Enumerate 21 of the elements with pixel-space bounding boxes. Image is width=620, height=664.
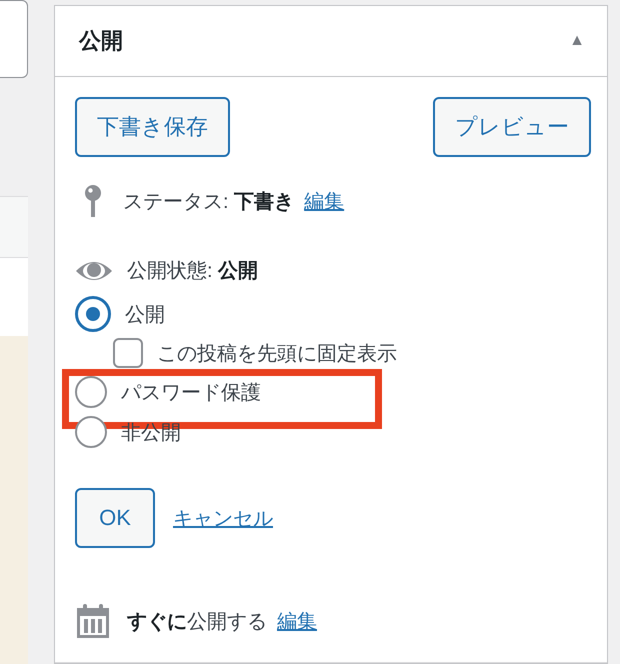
status-label: ステータス: 下書き bbox=[123, 190, 294, 214]
radio-button[interactable] bbox=[75, 416, 107, 448]
editor-band bbox=[0, 196, 28, 258]
cancel-link[interactable]: キャンセル bbox=[173, 504, 273, 532]
visibility-label: 公開状態: 公開 bbox=[127, 259, 258, 284]
calendar-icon bbox=[77, 604, 109, 638]
preview-button[interactable]: プレビュー bbox=[433, 97, 591, 157]
radio-button[interactable] bbox=[75, 296, 111, 332]
edit-schedule-link[interactable]: 編集 bbox=[277, 608, 317, 634]
edit-status-link[interactable]: 編集 bbox=[304, 188, 344, 214]
option-label: パスワード保護 bbox=[121, 380, 261, 406]
option-label: この投稿を先頭に固定表示 bbox=[157, 342, 397, 366]
pin-icon bbox=[83, 185, 103, 217]
ok-button[interactable]: OK bbox=[75, 488, 155, 548]
panel-title: 公開 bbox=[79, 27, 123, 55]
schedule-label: すぐに公開する bbox=[127, 610, 267, 634]
collapse-toggle[interactable]: ▲ bbox=[569, 32, 585, 50]
radio-button[interactable] bbox=[75, 376, 107, 408]
option-label: 公開 bbox=[125, 302, 165, 328]
save-draft-button[interactable]: 下書き保存 bbox=[75, 97, 230, 157]
checkbox[interactable] bbox=[113, 338, 143, 368]
